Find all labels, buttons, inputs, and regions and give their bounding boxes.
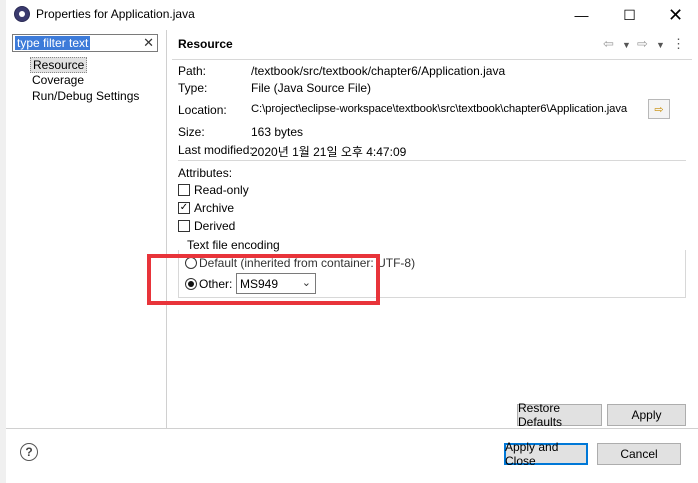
path-value: /textbook/src/textbook/chapter6/Applicat… xyxy=(251,64,506,78)
forward-arrow-icon[interactable]: ⇨ xyxy=(637,36,648,52)
read-only-checkbox[interactable] xyxy=(178,184,190,196)
read-only-label[interactable]: Read-only xyxy=(194,183,249,197)
header-divider xyxy=(172,59,692,60)
cancel-button[interactable]: Cancel xyxy=(597,443,681,465)
back-dropdown-icon[interactable]: ▼ xyxy=(622,40,631,50)
filter-input[interactable]: type filter text ✕ xyxy=(12,34,158,52)
archive-checkbox[interactable]: ✓ xyxy=(178,202,190,214)
clear-icon[interactable]: ✕ xyxy=(143,35,154,51)
apply-and-close-button[interactable]: Apply and Close xyxy=(504,440,588,468)
maximize-button[interactable]: ☐ xyxy=(607,0,652,30)
last-modified-label: Last modified: xyxy=(178,143,253,157)
window-title: Properties for Application.java xyxy=(36,7,195,21)
back-arrow-icon[interactable]: ⇦ xyxy=(603,36,614,52)
attributes-divider xyxy=(178,160,686,161)
open-folder-icon: ⇨ xyxy=(654,103,664,116)
derived-checkbox[interactable] xyxy=(178,220,190,232)
sidebar-item-resource[interactable]: Resource xyxy=(30,57,88,73)
minimize-button[interactable]: — xyxy=(559,0,604,30)
dialog-footer xyxy=(6,429,698,483)
type-label: Type: xyxy=(178,81,208,95)
sidebar-item-run-debug-settings[interactable]: Run/Debug Settings xyxy=(30,89,141,103)
path-label: Path: xyxy=(178,64,207,78)
maximize-icon: ☐ xyxy=(623,6,636,23)
minimize-icon: — xyxy=(574,7,589,23)
last-modified-value: 2020년 1월 21일 오후 4:47:09 xyxy=(251,145,407,159)
close-icon: ✕ xyxy=(667,4,684,25)
attributes-label: Attributes: xyxy=(178,166,233,180)
close-button[interactable]: ✕ xyxy=(653,0,698,30)
sidebar-item-coverage[interactable]: Coverage xyxy=(30,73,86,87)
view-menu-icon[interactable]: ⋮ xyxy=(672,36,685,52)
location-label: Location: xyxy=(178,103,227,117)
help-icon[interactable]: ? xyxy=(20,443,38,461)
red-highlight-annotation xyxy=(147,254,380,305)
size-value: 163 bytes xyxy=(251,125,304,139)
restore-defaults-button[interactable]: Restore Defaults xyxy=(517,401,602,429)
apply-button[interactable]: Apply xyxy=(607,404,686,426)
location-value: C:\project\eclipse-workspace\textbook\sr… xyxy=(251,103,628,115)
derived-label[interactable]: Derived xyxy=(194,219,235,233)
size-label: Size: xyxy=(178,125,205,139)
type-value: File (Java Source File) xyxy=(251,81,372,95)
filter-input-text[interactable]: type filter text xyxy=(15,36,91,50)
forward-dropdown-icon[interactable]: ▼ xyxy=(656,40,665,50)
text-file-encoding-label: Text file encoding xyxy=(186,238,281,252)
eclipse-app-icon xyxy=(14,6,30,22)
page-title: Resource xyxy=(178,37,233,51)
archive-label[interactable]: Archive xyxy=(194,201,234,215)
show-in-system-explorer-button[interactable]: ⇨ xyxy=(648,99,670,119)
